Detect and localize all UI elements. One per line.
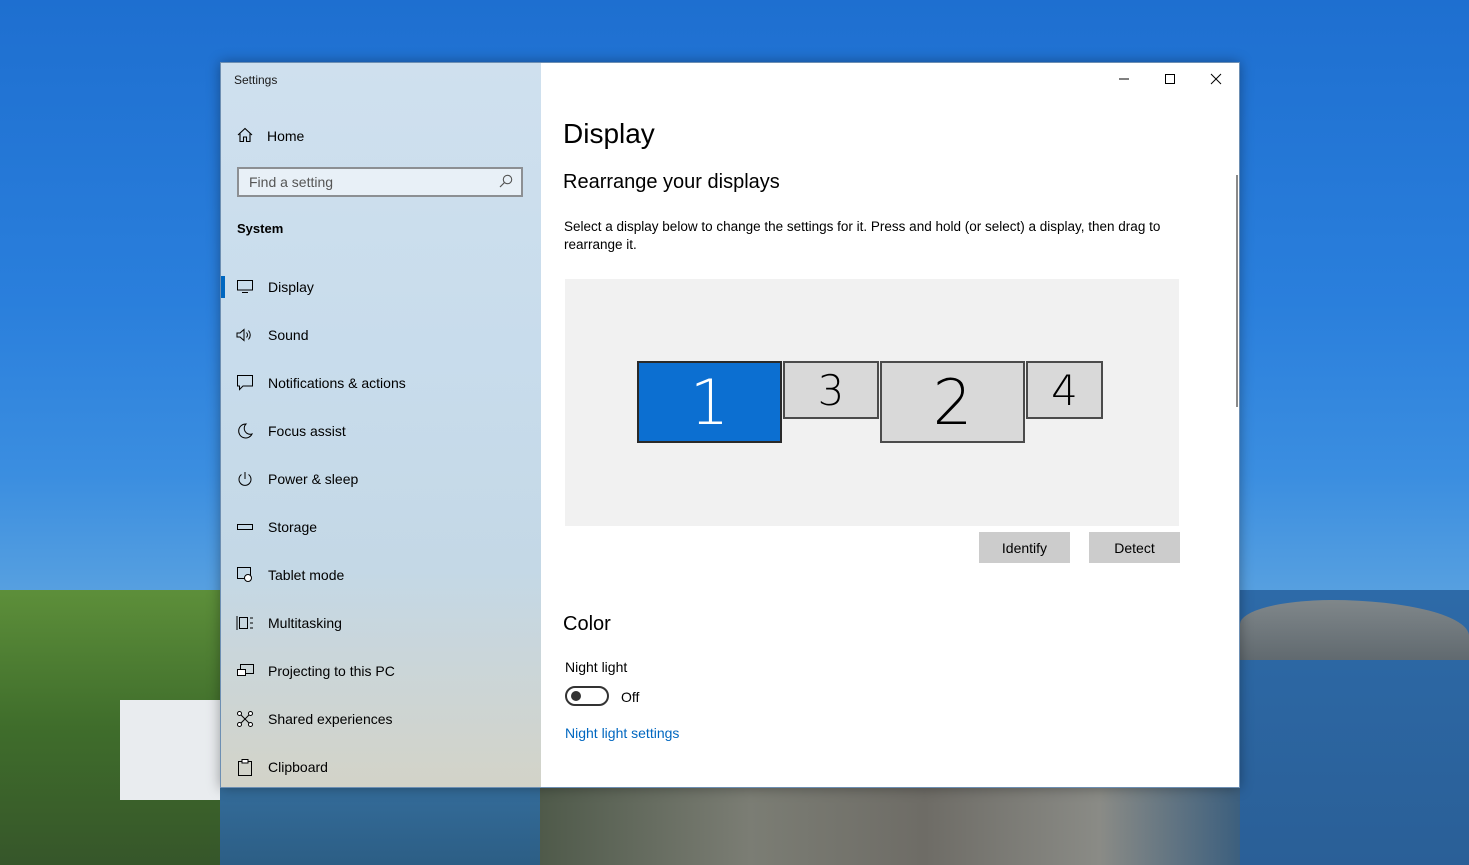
color-section-title: Color [563,613,611,635]
sidebar-item-label: Storage [268,519,318,535]
sidebar-item-label: Focus assist [268,423,346,439]
power-icon [236,470,254,488]
monitor-4[interactable]: 4 [1026,361,1103,419]
minimize-button[interactable] [1101,63,1147,95]
toggle-knob [571,691,581,701]
shared-experiences-icon [236,710,254,728]
sidebar: Settings Home System Display Sound [221,63,541,787]
rearrange-description: Select a display below to change the set… [564,219,1161,252]
night-light-toggle[interactable] [565,686,609,706]
sidebar-item-focus-assist[interactable]: Focus assist [221,407,541,455]
maximize-button[interactable] [1147,63,1193,95]
night-light-state: Off [621,689,640,705]
notification-icon [236,374,254,392]
sidebar-item-label: Power & sleep [268,471,359,487]
main-content: Display Rearrange your displays Select a… [541,63,1239,787]
settings-window: Settings Home System Display Sound [220,62,1240,788]
sidebar-item-label: Tablet mode [268,567,345,583]
monitor-2[interactable]: 2 [880,361,1025,443]
sidebar-item-clipboard[interactable]: Clipboard [221,743,541,791]
rearrange-title: Rearrange your displays [563,171,780,193]
sidebar-item-tablet-mode[interactable]: Tablet mode [221,551,541,599]
search-input[interactable] [239,173,491,191]
home-link[interactable]: Home [237,125,304,147]
maximize-icon [1165,74,1175,84]
sidebar-item-label: Shared experiences [268,711,393,727]
sidebar-item-label: Clipboard [268,759,328,775]
night-light-settings-link[interactable]: Night light settings [565,725,679,741]
sidebar-item-display[interactable]: Display [221,263,541,311]
monitor-3[interactable]: 3 [783,361,879,419]
clipboard-icon [236,758,254,776]
monitor-icon [236,278,254,296]
sidebar-item-storage[interactable]: Storage [221,503,541,551]
close-button[interactable] [1193,63,1239,95]
multitasking-icon [236,614,254,632]
night-light-label: Night light [565,659,628,675]
caption-buttons [1101,63,1239,95]
display-arrangement-area[interactable]: 1 3 2 4 [565,279,1179,526]
desktop-house [120,700,220,800]
scrollbar-thumb[interactable] [1236,175,1238,407]
moon-icon [236,422,254,440]
sidebar-item-label: Sound [268,327,309,343]
home-label: Home [267,128,305,144]
sidebar-item-power-sleep[interactable]: Power & sleep [221,455,541,503]
tablet-mode-icon [236,566,254,584]
projecting-icon [236,662,254,680]
storage-icon [236,518,254,536]
section-label-system: System [237,221,284,236]
sidebar-item-notifications[interactable]: Notifications & actions [221,359,541,407]
sidebar-nav: Display Sound Notifications & actions Fo… [221,263,541,791]
detect-button[interactable]: Detect [1089,532,1180,563]
window-title: Settings [234,73,278,87]
page-title: Display [563,118,655,149]
sidebar-item-label: Notifications & actions [268,375,406,391]
search-box[interactable] [237,167,523,197]
sidebar-item-label: Display [268,279,314,295]
sidebar-item-label: Multitasking [268,615,342,631]
sidebar-item-shared-experiences[interactable]: Shared experiences [221,695,541,743]
close-icon [1210,73,1222,85]
desktop-rocks [540,788,1240,865]
minimize-icon [1119,78,1129,80]
sidebar-item-multitasking[interactable]: Multitasking [221,599,541,647]
home-icon [237,127,253,146]
sidebar-item-sound[interactable]: Sound [221,311,541,359]
speaker-icon [236,326,254,344]
monitor-1[interactable]: 1 [637,361,782,443]
sidebar-item-projecting[interactable]: Projecting to this PC [221,647,541,695]
sidebar-item-label: Projecting to this PC [268,663,395,679]
identify-button[interactable]: Identify [979,532,1070,563]
search-icon[interactable] [499,174,513,193]
